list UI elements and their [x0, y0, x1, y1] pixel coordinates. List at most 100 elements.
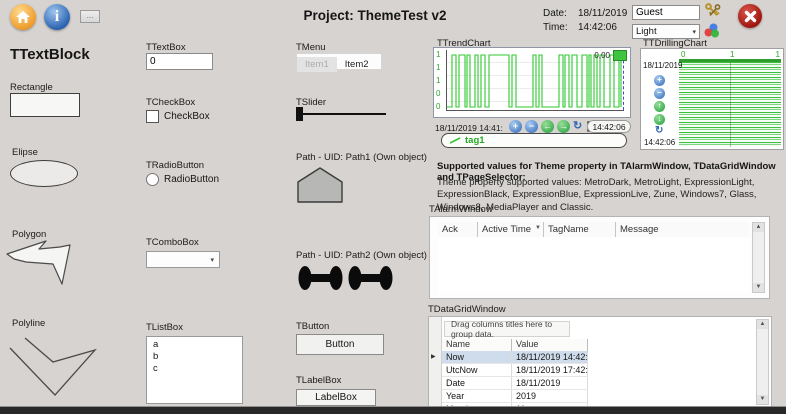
- alarm-col-activetime[interactable]: Active Time ▼: [478, 222, 544, 237]
- trend-time-badge: 14:42:06: [587, 120, 631, 133]
- radiobutton-label: TRadioButton: [146, 160, 204, 171]
- path2-label: Path - UID: Path2 (Own object): [296, 250, 427, 261]
- legend-tag-name: tag1: [465, 135, 485, 146]
- pan-down-icon[interactable]: ↓: [654, 114, 665, 125]
- drilling-gridline: [730, 62, 731, 147]
- y-tick: 0: [436, 102, 445, 111]
- textbox-label: TTextBox: [146, 42, 186, 53]
- table-row[interactable]: UtcNow 18/11/2019 17:42:06...: [442, 364, 588, 377]
- table-row[interactable]: Now 18/11/2019 14:42:06...: [442, 351, 588, 364]
- grid-cell-value[interactable]: 18/11/2019 17:42:06...: [512, 364, 588, 376]
- themetest-page: i ... Project: ThemeTest v2 Date: 18/11/…: [0, 0, 786, 414]
- scroll-down-icon[interactable]: ▼: [753, 283, 764, 292]
- time-value: 14:42:06: [578, 22, 617, 33]
- labelbox-label: TLabelBox: [296, 375, 341, 386]
- polygon-shape: [6, 238, 88, 290]
- slider-thumb[interactable]: [296, 107, 303, 121]
- checkbox-control[interactable]: CheckBox: [146, 110, 210, 123]
- chevron-down-icon: ▾: [210, 256, 214, 264]
- grid-cell-name[interactable]: Date: [442, 377, 512, 389]
- scroll-up-icon[interactable]: ▲: [757, 320, 768, 329]
- group-hint-area[interactable]: Drag columns titles here to group data.: [444, 321, 570, 337]
- zoom-in-icon[interactable]: +: [654, 75, 665, 86]
- demo-button[interactable]: Button: [296, 334, 384, 355]
- x-tick: 1: [776, 50, 780, 59]
- close-icon: [744, 10, 757, 23]
- grid-cell-value[interactable]: 2019: [512, 390, 588, 402]
- alarm-col-ack[interactable]: Ack: [438, 222, 478, 237]
- pan-up-icon[interactable]: ↑: [654, 101, 665, 112]
- menu-bar: Item1Item2: [296, 53, 382, 70]
- grid-col-value[interactable]: Value: [512, 339, 588, 351]
- checkbox-label: TCheckBox: [146, 97, 195, 108]
- listbox-control[interactable]: a b c: [146, 336, 243, 404]
- pan-right-icon[interactable]: →: [557, 120, 570, 133]
- zoom-out-icon[interactable]: −: [525, 120, 538, 133]
- slider-track: [296, 113, 386, 115]
- cursor-value-swatch: [613, 50, 627, 61]
- radio-circle[interactable]: [146, 173, 159, 186]
- menu-item-2[interactable]: Item2: [337, 57, 377, 72]
- table-row[interactable]: Year 2019: [442, 390, 588, 403]
- theme-select[interactable]: Light ▾: [632, 24, 700, 39]
- list-item[interactable]: c: [147, 363, 242, 375]
- radiobutton-control[interactable]: RadioButton: [146, 173, 219, 186]
- x-tick: 1: [730, 50, 734, 59]
- textbox-input[interactable]: [146, 53, 213, 70]
- username-input[interactable]: [632, 5, 700, 20]
- polyline-shape: [8, 332, 108, 404]
- info-button[interactable]: i: [44, 4, 70, 30]
- home-button[interactable]: [10, 4, 36, 30]
- list-item[interactable]: b: [147, 351, 242, 363]
- alarm-header-row: Ack Active Time ▼ TagName Message: [438, 222, 749, 238]
- table-row[interactable]: Date 18/11/2019: [442, 377, 588, 390]
- labelbox-control: LabelBox: [296, 389, 376, 406]
- row-selector-gutter: ▶: [429, 317, 442, 407]
- alarm-scrollbar[interactable]: ▲ ▼: [752, 222, 765, 293]
- list-item[interactable]: a: [147, 339, 242, 351]
- row-selector-icon: ▶: [431, 353, 436, 360]
- path2-dumbbell-shapes: [298, 264, 394, 292]
- grid-col-name[interactable]: Name: [442, 339, 512, 351]
- data-grid-window: ▶ Drag columns titles here to group data…: [428, 316, 772, 408]
- refresh-icon[interactable]: ↻: [573, 120, 582, 133]
- zoom-in-icon[interactable]: +: [509, 120, 522, 133]
- scroll-up-icon[interactable]: ▲: [753, 223, 764, 232]
- textblock-demo: TTextBlock: [10, 46, 90, 63]
- legend-line-icon: [449, 136, 461, 145]
- zoom-out-icon[interactable]: −: [654, 88, 665, 99]
- grid-cell-value[interactable]: 18/11/2019 14:42:06...: [512, 351, 588, 363]
- alarm-window: Ack Active Time ▼ TagName Message ▲ ▼: [429, 216, 770, 299]
- checkbox-box[interactable]: [146, 110, 159, 123]
- button-label: TButton: [296, 321, 329, 332]
- trend-legend[interactable]: tag1: [441, 133, 627, 148]
- grid-cell-name[interactable]: Now: [442, 351, 512, 363]
- radiobutton-text: RadioButton: [164, 174, 219, 185]
- refresh-icon[interactable]: ↻: [655, 125, 663, 136]
- ellipse-shape: [10, 160, 78, 187]
- theme-select-value: Light: [636, 26, 657, 37]
- scroll-down-icon[interactable]: ▼: [757, 395, 768, 404]
- drilling-date: 18/11/2019: [643, 61, 682, 70]
- grid-cell-name[interactable]: UtcNow: [442, 364, 512, 376]
- listbox-label: TListBox: [146, 322, 183, 333]
- home-icon: [16, 11, 30, 23]
- slider-control[interactable]: [296, 107, 386, 121]
- alarm-col-tagname[interactable]: TagName: [544, 222, 616, 237]
- combobox-control[interactable]: ▾: [146, 251, 220, 268]
- menu-item-1[interactable]: Item1: [297, 57, 337, 72]
- menu-label: TMenu: [296, 42, 326, 53]
- sort-down-icon[interactable]: ▼: [535, 225, 541, 231]
- grid-scrollbar[interactable]: ▲ ▼: [756, 319, 769, 405]
- grid-cell-name[interactable]: Year: [442, 390, 512, 402]
- alarm-col-message[interactable]: Message: [616, 222, 749, 237]
- login-keys-icon[interactable]: [704, 2, 722, 21]
- grid-cell-value[interactable]: 18/11/2019: [512, 377, 588, 389]
- drilling-time: 14:42:06: [644, 138, 675, 147]
- ellipsis-button[interactable]: ...: [80, 10, 100, 23]
- pan-left-icon[interactable]: ←: [541, 120, 554, 133]
- checkbox-text: CheckBox: [164, 111, 210, 122]
- alarm-window-label: TAlarmWindow: [429, 204, 493, 215]
- theme-palette-icon[interactable]: [704, 23, 720, 38]
- close-button[interactable]: [738, 4, 762, 28]
